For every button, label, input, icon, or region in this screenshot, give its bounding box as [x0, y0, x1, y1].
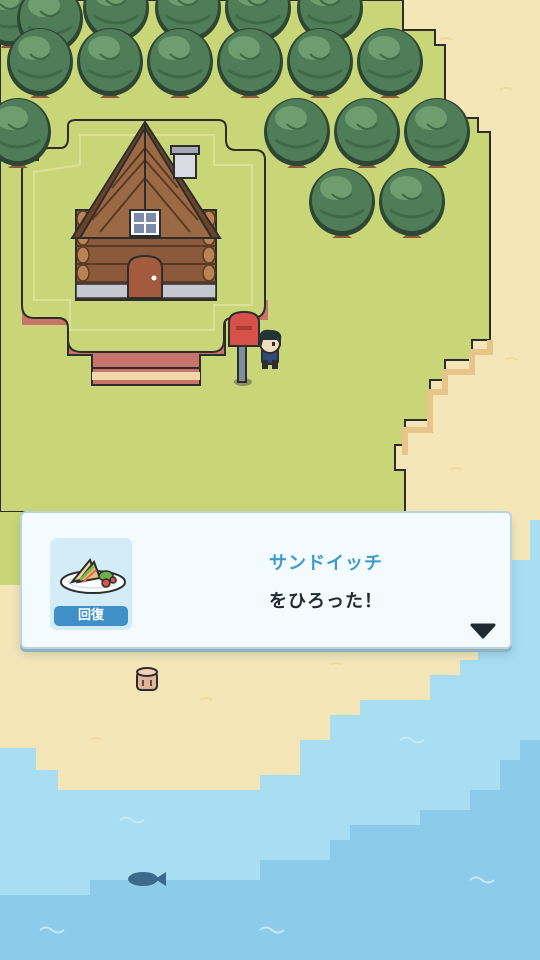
sandwich-icon — [60, 558, 126, 594]
item-category-badge: 回復 — [54, 606, 128, 626]
beach-stump — [136, 667, 158, 691]
item-pickup-dialog[interactable]: 回復 サンドイッチ をひろった！ — [20, 511, 512, 649]
item-card: 回復 — [50, 538, 132, 630]
pickup-message: をひろった！ — [269, 591, 383, 612]
player-character — [258, 329, 282, 369]
game-map[interactable] — [0, 0, 540, 960]
chevron-down-icon[interactable] — [468, 621, 498, 641]
item-name: サンドイッチ — [269, 553, 383, 574]
